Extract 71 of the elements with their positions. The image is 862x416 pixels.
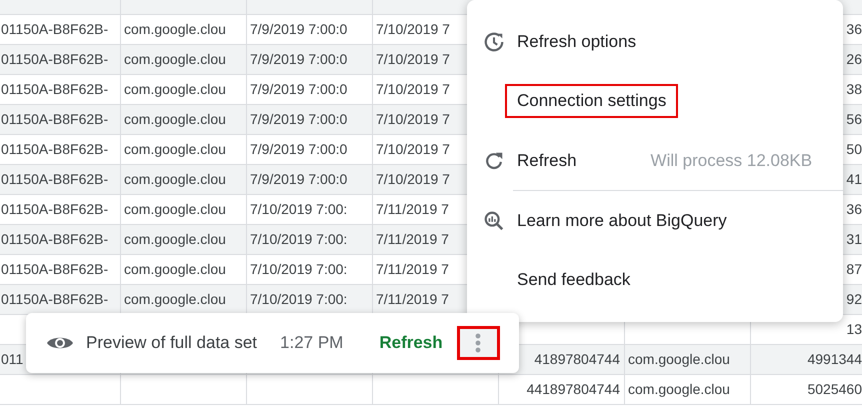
- table-cell-text: 7/10/2019 7:00:: [250, 230, 348, 249]
- table-cell-text: 4991344: [807, 350, 862, 369]
- more-button[interactable]: [456, 326, 500, 360]
- table-cell-text: 13: [846, 320, 862, 339]
- table-cell-text: 7/9/2019 7:00:0: [250, 170, 348, 189]
- table-cell-text: com.google.clou: [124, 290, 226, 309]
- table-cell-text: 50: [846, 140, 862, 159]
- table-cell-text: 7/10/2019 7: [376, 110, 450, 129]
- processing-note: Will process 12.08KB: [650, 150, 812, 171]
- table-cell-text: 31: [846, 230, 862, 249]
- table-cell-text: 36: [846, 200, 862, 219]
- menu-item[interactable]: Refresh options: [505, 24, 648, 59]
- table-cell-text: 41: [846, 170, 862, 189]
- table-cell-text: 01150A-B8F62B-: [1, 170, 108, 189]
- table-cell-text: 26: [846, 50, 862, 69]
- menu-item[interactable]: Refresh: [505, 144, 589, 178]
- table-cell-text: 41897804744: [534, 350, 620, 369]
- table-cell-text: com.google.clou: [124, 140, 226, 159]
- table-cell-text: com.google.clou: [628, 380, 730, 399]
- table-cell-text: 01150A-B8F62B-: [1, 200, 108, 219]
- table-cell-text: 01150A-B8F62B-: [1, 20, 108, 39]
- table-cell-text: 7/10/2019 7:00:: [250, 200, 348, 219]
- table-cell-text: 92: [846, 290, 862, 309]
- table-cell-text: 01150A-B8F62B-: [1, 140, 108, 159]
- menu-item[interactable]: Learn more about BigQuery: [505, 204, 739, 238]
- table-cell-text: com.google.clou: [124, 80, 226, 99]
- table-cell-text: 011: [1, 350, 24, 369]
- table-cell-text: 441897804744: [526, 380, 620, 399]
- table-cell-text: 7/11/2019 7: [376, 290, 449, 309]
- table-cell-text: 7/11/2019 7: [376, 200, 449, 219]
- table-cell-text: com.google.clou: [124, 260, 226, 279]
- table-cell-text: 01150A-B8F62B-: [1, 110, 108, 129]
- timestamp: 1:27 PM: [280, 333, 344, 353]
- table-cell-text: com.google.clou: [124, 20, 226, 39]
- table-cell-text: 7/9/2019 7:00:0: [250, 140, 348, 159]
- table-cell-text: 01150A-B8F62B-: [1, 80, 108, 99]
- table-cell-text: 7/10/2019 7: [376, 80, 450, 99]
- table-cell-text: 7/9/2019 7:00:0: [250, 80, 348, 99]
- table-cell-text: 7/10/2019 7: [376, 20, 450, 39]
- table-cell-text: 7/10/2019 7:00:: [250, 290, 348, 309]
- table-cell-text: com.google.clou: [124, 110, 226, 129]
- table-cell-text: 7/9/2019 7:00:0: [250, 50, 348, 69]
- table-cell-text: 56: [846, 110, 862, 129]
- preview-label: Preview of full data set: [86, 333, 258, 353]
- table-cell-text: 01150A-B8F62B-: [1, 290, 108, 309]
- table-cell-text: 5025460: [807, 380, 862, 399]
- table-cell-text: 38: [846, 80, 862, 99]
- menu-item[interactable]: Send feedback: [505, 263, 642, 298]
- table-cell-text: com.google.clou: [124, 230, 226, 249]
- table-cell-text: 7/10/2019 7: [376, 140, 450, 159]
- table-cell-text: 7/9/2019 7:00:0: [250, 20, 348, 39]
- table-cell-text: 01150A-B8F62B-: [1, 230, 108, 249]
- table-cell-text: 7/11/2019 7: [376, 260, 449, 279]
- table-cell-text: com.google.clou: [124, 170, 226, 189]
- table-cell-text: com.google.clou: [124, 50, 226, 69]
- refresh-button[interactable]: Refresh: [379, 333, 443, 353]
- clock-icon: [483, 31, 505, 53]
- table-cell-text: 7/10/2019 7: [376, 170, 450, 189]
- table-cell-text: 87: [846, 260, 862, 279]
- table-cell-text: 7/9/2019 7:00:0: [250, 110, 348, 129]
- table-cell-text: 36: [846, 20, 862, 39]
- more-vert-icon: [475, 333, 482, 353]
- menu-item[interactable]: Connection settings: [505, 84, 678, 118]
- table-cell-text: 01150A-B8F62B-: [1, 260, 108, 279]
- table-cell-text: com.google.clou: [124, 200, 226, 219]
- table-cell-text: 7/10/2019 7: [376, 50, 450, 69]
- magnifier-icon: [483, 210, 505, 232]
- table-cell-text: 01150A-B8F62B-: [1, 50, 108, 69]
- table-cell-text: 7/10/2019 7:00:: [250, 260, 348, 279]
- table-cell-text: 7/11/2019 7: [376, 230, 449, 249]
- table-cell-text: com.google.clou: [628, 350, 730, 369]
